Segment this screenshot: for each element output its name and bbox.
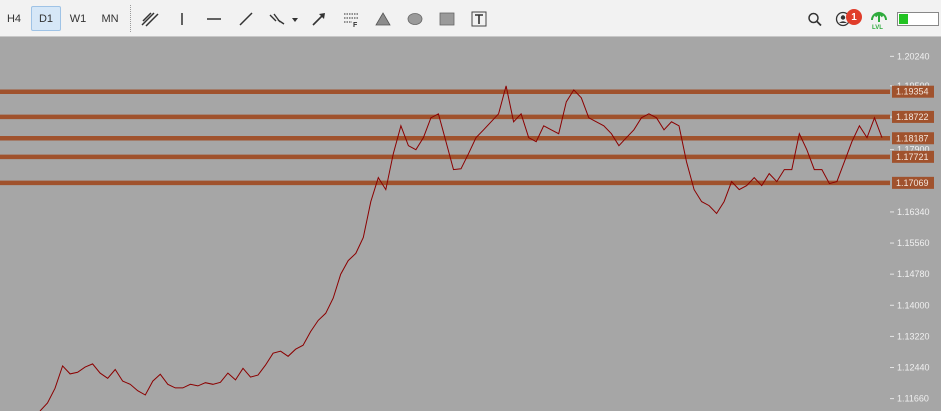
timeframe-mn[interactable]: MN [96, 6, 124, 31]
price-line [39, 85, 883, 411]
fibonacci-tool[interactable]: F [338, 6, 364, 31]
vertical-line-tool[interactable] [169, 6, 195, 31]
level-labels: 1.19354 1.18722 1.18187 1.17721 1.17069 [892, 85, 934, 189]
notification-badge[interactable]: 1 [846, 9, 862, 25]
level-label: 1.19354 [896, 87, 929, 97]
level-label: 1.17069 [896, 178, 929, 188]
rectangle-icon [439, 12, 455, 25]
triangle-icon [375, 11, 391, 25]
level-label: 1.17721 [896, 152, 929, 162]
text-tool[interactable] [466, 6, 492, 31]
vertical-line-icon [181, 12, 183, 25]
shapes-dropdown-tool[interactable] [264, 6, 304, 31]
channel-icon [141, 11, 159, 27]
y-tick-label: 1.12440 [897, 363, 930, 373]
triangle-tool[interactable] [370, 6, 396, 31]
shapes-dropdown-icon [269, 13, 298, 25]
horizontal-line-tool[interactable] [201, 6, 227, 31]
rectangle-tool[interactable] [434, 6, 460, 31]
level-label: 1.18187 [896, 133, 929, 143]
fibonacci-icon: F [344, 12, 358, 28]
y-tick-label: 1.20240 [897, 51, 930, 61]
battery-indicator [897, 12, 939, 26]
ellipse-icon [407, 12, 423, 25]
channel-tool[interactable] [137, 6, 163, 31]
arrow-tool[interactable] [306, 6, 332, 31]
price-axis: 1.202401.195001.187201.179001.163401.155… [890, 51, 930, 404]
y-tick-label: 1.14780 [897, 269, 930, 279]
trend-line-icon [239, 11, 253, 26]
level-label: LVL [872, 25, 883, 31]
y-tick-label: 1.11660 [897, 394, 929, 404]
price-chart[interactable]: 1.202401.195001.187201.179001.163401.155… [0, 38, 941, 411]
horizontal-line-icon [207, 17, 221, 20]
search-icon [808, 12, 822, 26]
timeframe-w1[interactable]: W1 [64, 6, 92, 31]
svg-text:F: F [353, 22, 358, 28]
y-tick-label: 1.13220 [897, 331, 930, 341]
trend-line-tool[interactable] [233, 6, 259, 31]
toolbar: H4 D1 W1 MN F 1 LVL [0, 0, 941, 37]
toolbar-separator [130, 5, 131, 32]
search-button[interactable] [802, 6, 828, 31]
level-button[interactable]: LVL [866, 6, 892, 31]
text-icon [471, 11, 487, 26]
ellipse-tool[interactable] [402, 6, 428, 31]
arrow-icon [312, 12, 325, 26]
y-tick-label: 1.14000 [897, 300, 930, 310]
timeframe-d1[interactable]: D1 [31, 6, 61, 31]
y-tick-label: 1.15560 [897, 238, 930, 248]
timeframe-h4[interactable]: H4 [2, 6, 26, 31]
y-tick-label: 1.16340 [897, 207, 930, 217]
battery-icon [899, 14, 908, 24]
level-label: 1.18722 [896, 112, 929, 122]
